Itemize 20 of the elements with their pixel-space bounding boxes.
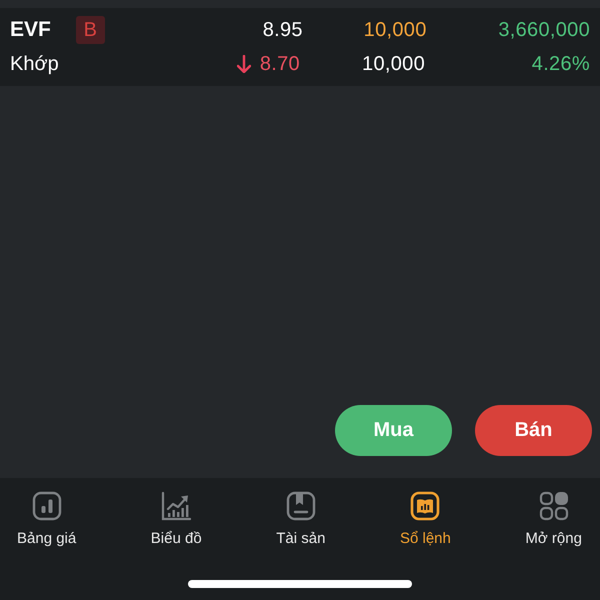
row-label: Khớp — [10, 52, 59, 76]
line-chart-icon — [161, 491, 192, 521]
quote-value: 10,000 — [362, 52, 425, 76]
nav-tab[interactable]: Sổ lệnh — [400, 491, 451, 547]
nav-tab[interactable]: Bảng giá — [17, 491, 76, 547]
quote-value: 10,000 — [364, 18, 427, 42]
quote-value: 3,660,000 — [498, 18, 590, 42]
sell-button[interactable]: Bán — [475, 405, 592, 456]
ticker-symbol: EVF — [10, 18, 51, 42]
side-badge: B — [76, 16, 105, 44]
bar-chart-icon — [32, 491, 62, 521]
book-icon — [410, 491, 440, 521]
nav-tab[interactable]: Tài sản — [276, 491, 326, 547]
quote-value: 8.70 — [260, 52, 300, 76]
quote-value: 8.95 — [262, 18, 303, 42]
grid-icon — [538, 491, 569, 521]
quote-value: 4.26% — [532, 52, 590, 76]
document-icon — [286, 491, 316, 521]
nav-tab[interactable]: Biểu đồ — [150, 491, 202, 547]
nav-tab[interactable]: Mở rộng — [525, 491, 582, 547]
